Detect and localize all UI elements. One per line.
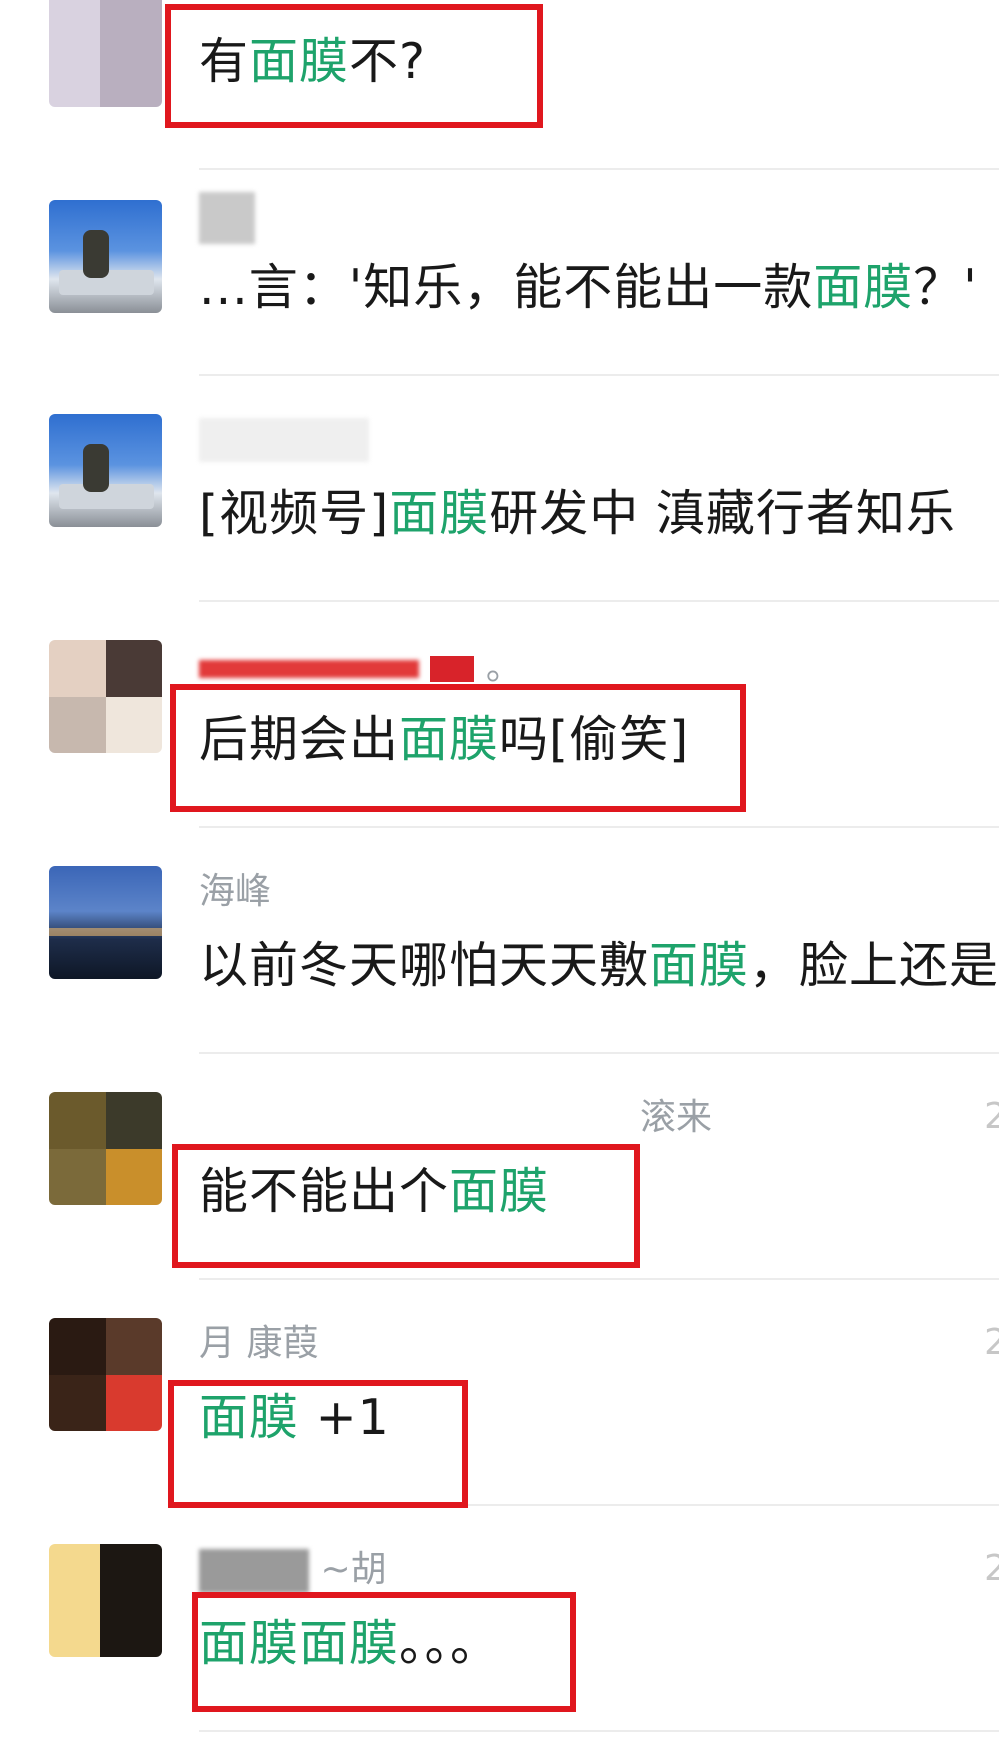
comment-time: 2 [984,1322,999,1363]
username [199,418,369,462]
comment-item[interactable]: ...言：'知乐，能不能出一款面膜？' [0,150,999,376]
annotation-box [192,1592,576,1712]
comment-time: 2 [984,1548,999,1589]
username [199,192,255,244]
username: ~胡 [199,1540,387,1593]
comment-item[interactable]: 月 康葭 2 面膜 +1 [0,1280,999,1506]
annotation-box [170,684,746,812]
avatar[interactable] [49,1092,162,1205]
annotation-box [165,4,543,128]
comment-time: 2 [984,1096,999,1137]
avatar[interactable] [49,200,162,313]
comment-item[interactable]: [视频号]面膜研发中 滇藏行者知乐 [0,376,999,602]
avatar[interactable] [49,866,162,979]
comment-text: 以前冬天哪怕天天敷面膜，脸上还是 [199,937,999,994]
comment-item[interactable]: 海峰 以前冬天哪怕天天敷面膜，脸上还是 [0,828,999,1054]
divider [199,1730,999,1732]
username: 海峰 [199,871,272,912]
username: 。 [199,638,522,690]
avatar[interactable] [49,1544,162,1657]
avatar[interactable] [49,1318,162,1431]
comment-text: ...言：'知乐，能不能出一款面膜？' [199,259,978,316]
avatar[interactable] [49,414,162,527]
annotation-box [168,1380,468,1508]
avatar[interactable] [49,640,162,753]
comment-text: [视频号]面膜研发中 滇藏行者知乐 [199,485,956,542]
username: 滚来 [640,1097,713,1138]
annotation-box [172,1144,640,1268]
flag-icon [430,656,475,682]
avatar[interactable] [49,0,162,107]
username: 月 康葭 [199,1323,319,1364]
